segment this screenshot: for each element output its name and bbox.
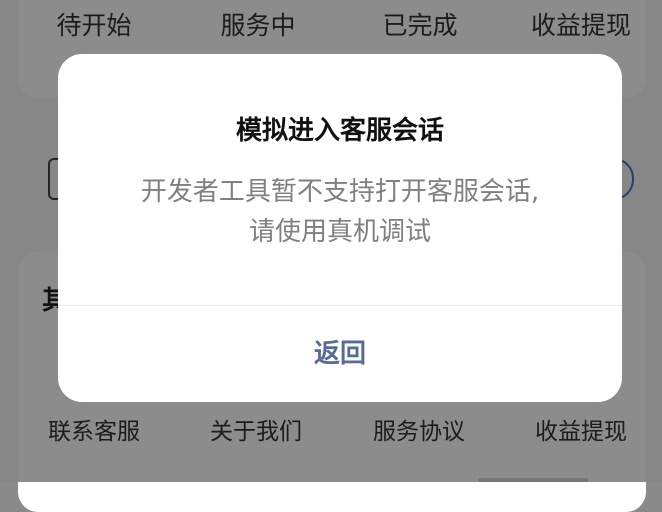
modal-dialog: 模拟进入客服会话 开发者工具暂不支持打开客服会话, 请使用真机调试 返回 — [58, 54, 622, 402]
modal-content-line-1: 开发者工具暂不支持打开客服会话, — [140, 177, 540, 207]
modal-content: 开发者工具暂不支持打开客服会话, 请使用真机调试 — [78, 172, 602, 252]
modal-title: 模拟进入客服会话 — [235, 116, 444, 146]
return-button[interactable]: 返回 — [58, 306, 622, 402]
modal-content-line-2: 请使用真机调试 — [248, 217, 431, 247]
